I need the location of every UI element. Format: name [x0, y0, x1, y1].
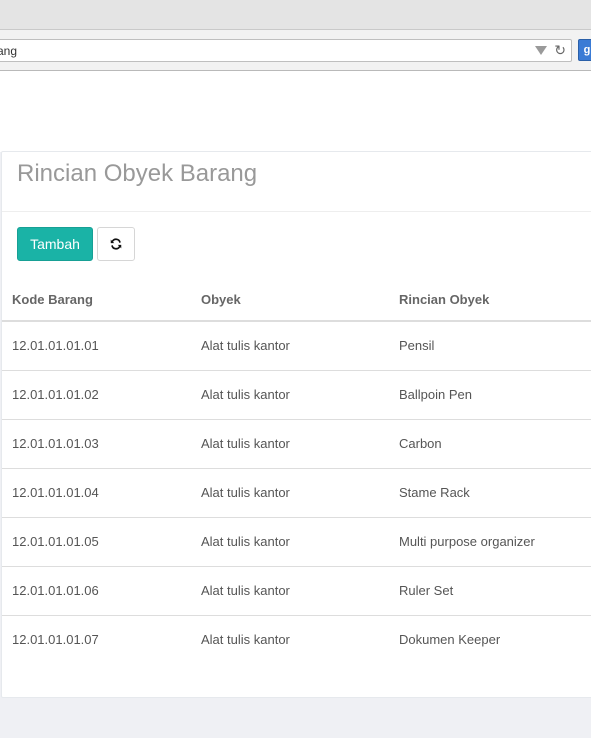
divider	[2, 211, 591, 212]
refresh-button[interactable]	[97, 227, 135, 261]
table-cell: 12.01.01.01.07	[12, 632, 99, 648]
table-cell: Multi purpose organizer	[389, 517, 591, 567]
data-table: Kode Barang Obyek Rincian Obyek 12.01.01…	[2, 279, 591, 664]
column-header[interactable]: Rincian Obyek	[389, 279, 591, 322]
table-cell: 12.01.01.01.06	[2, 566, 191, 616]
dropdown-triangle-icon[interactable]	[535, 46, 547, 55]
table-cell: Alat tulis kantor	[191, 321, 389, 371]
column-header[interactable]: Obyek	[191, 279, 389, 322]
address-bar[interactable]: ang ↻	[0, 39, 572, 62]
table-cell: Alat tulis kantor	[191, 468, 389, 518]
table-row[interactable]: 12.01.01.01.02 Alat tulis kantor Ballpoin …	[2, 370, 591, 420]
table-cell: Alat tulis kantor	[191, 370, 389, 420]
table-cell: Alat tulis kantor	[191, 419, 389, 469]
table-cell: Ruler Set	[389, 566, 591, 616]
browser-toolbar: ang ↻ g	[0, 30, 591, 71]
table-cell: Alat tulis kantor	[191, 517, 389, 567]
table-cell: Stame Rack	[389, 468, 591, 518]
table-row[interactable]: 12.01.01.01.07 Alat tulis kantor Dokumen K…	[2, 615, 591, 664]
table-row[interactable]: 12.01.01.01.04 Alat tulis kantor Stame Rac…	[2, 468, 591, 518]
page-title: Rincian Obyek Barang	[17, 160, 258, 187]
table-cell: Ballpoin Pen	[389, 370, 591, 420]
table-row[interactable]: 12.01.01.01.05 Alat tulis kantor Multi pur…	[2, 517, 591, 567]
table-cell: Alat tulis kantor	[191, 566, 389, 616]
table-row[interactable]: 12.01.01.01.06 Alat tulis kantor Ruler Set	[2, 566, 591, 616]
table-row[interactable]: 12.01.01.01.03 Alat tulis kantor Carbon	[2, 419, 591, 469]
extension-icon[interactable]: g	[578, 39, 591, 61]
table-cell: Alat tulis kantor	[201, 632, 290, 648]
table-cell: 12.01.01.01.05	[2, 517, 191, 567]
add-button[interactable]: Tambah	[17, 227, 93, 261]
page-header-area	[0, 71, 591, 152]
table-header-row: Kode Barang Obyek Rincian Obyek	[2, 279, 591, 322]
refresh-icon	[110, 238, 122, 250]
table-cell: Carbon	[389, 419, 591, 469]
reload-icon[interactable]: ↻	[554, 42, 566, 59]
table-cell: 12.01.01.01.04	[2, 468, 191, 518]
table-cell: 12.01.01.01.01	[2, 321, 191, 371]
table-cell: Pensil	[389, 321, 591, 371]
table-cell: 12.01.01.01.02	[2, 370, 191, 420]
address-text: ang	[0, 44, 18, 58]
browser-tab-strip	[0, 0, 591, 30]
table-cell: 12.01.01.01.03	[2, 419, 191, 469]
column-header[interactable]: Kode Barang	[2, 279, 191, 322]
content-panel: Rincian Obyek Barang Tambah Kode Barang …	[1, 151, 591, 698]
table-row[interactable]: 12.01.01.01.01 Alat tulis kantor Pensil	[2, 321, 591, 371]
table-cell: Dokumen Keeper	[399, 632, 501, 648]
